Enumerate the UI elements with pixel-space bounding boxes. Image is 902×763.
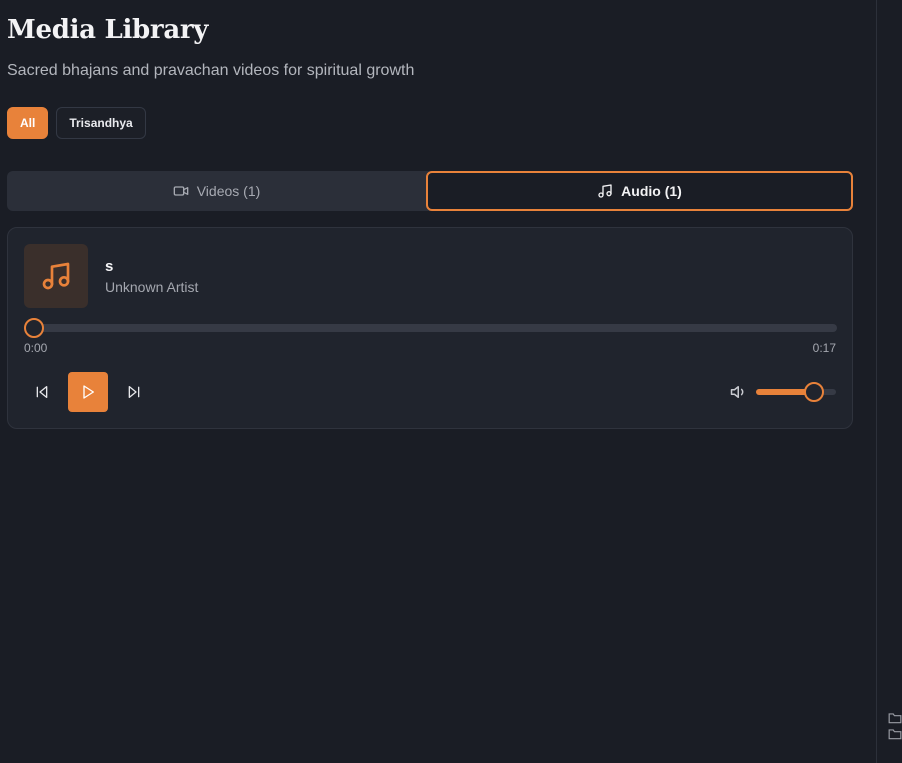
volume-slider-thumb[interactable] [803, 382, 824, 402]
tab-videos[interactable]: Videos (1) [7, 171, 426, 211]
volume-icon [730, 386, 744, 398]
category-filters: All Trisandhya [7, 107, 146, 139]
filter-chip-all[interactable]: All [7, 107, 49, 139]
skip-forward-icon [128, 386, 140, 398]
seek-bar-thumb[interactable] [24, 318, 44, 338]
next-track-button[interactable] [114, 372, 154, 412]
duration-time: 0:17 [812, 341, 836, 355]
panel-divider [876, 0, 877, 763]
tab-audio-label: Audio (1) [621, 183, 682, 199]
volume-button[interactable] [730, 383, 748, 406]
filter-chip-trisandhya[interactable]: Trisandhya [56, 107, 146, 139]
play-icon [83, 385, 94, 399]
video-icon [173, 186, 189, 196]
play-button[interactable] [68, 372, 108, 412]
media-library-page: Media Library Sacred bhajans and pravach… [0, 0, 902, 763]
folder-icon[interactable] [888, 712, 902, 724]
current-time: 0:00 [24, 341, 48, 355]
volume-slider[interactable] [756, 382, 836, 402]
track-artist: Unknown Artist [105, 279, 199, 295]
tab-videos-label: Videos (1) [196, 183, 261, 199]
previous-track-button[interactable] [22, 372, 62, 412]
folder-icon[interactable] [888, 728, 902, 740]
tab-audio[interactable]: Audio (1) [426, 171, 853, 211]
seek-bar[interactable] [24, 318, 837, 338]
audio-player-card: s Unknown Artist 0:00 0:17 [7, 227, 853, 429]
music-note-icon [42, 262, 70, 290]
skip-back-icon [36, 386, 48, 398]
music-note-icon [598, 184, 612, 198]
page-subtitle: Sacred bhajans and pravachan videos for … [7, 62, 415, 79]
track-cover [24, 244, 88, 308]
media-type-tabs: Videos (1) Audio (1) [7, 171, 853, 211]
page-title: Media Library [7, 15, 209, 45]
edge-toolbar [888, 712, 902, 744]
track-title: s [105, 258, 114, 275]
